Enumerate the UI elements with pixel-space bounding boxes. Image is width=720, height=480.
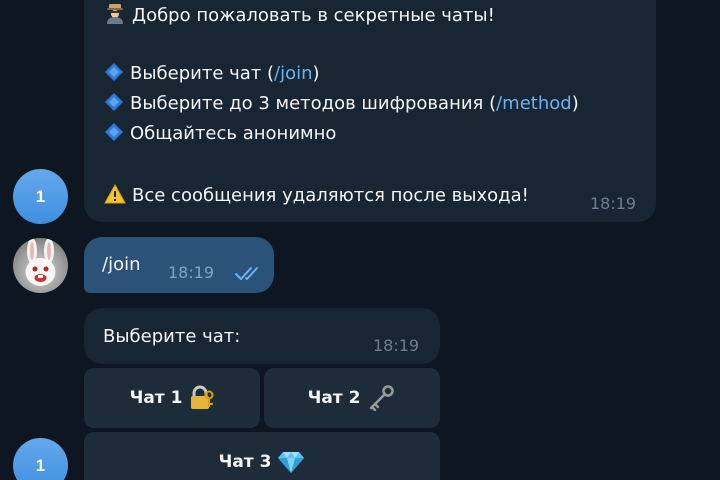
- welcome-message-time: 18:19: [590, 194, 637, 213]
- detective-icon: [107, 4, 123, 24]
- chat-3-button[interactable]: Чат 3: [84, 432, 440, 480]
- blue-diamond-icon: [105, 63, 123, 81]
- chat-3-label: Чат 3: [218, 452, 272, 472]
- user-join-time: 18:19: [168, 263, 215, 282]
- welcome-item-3: Общайтесь анонимно: [104, 121, 336, 147]
- warning-text: Все сообщения удаляются после выхода!: [132, 185, 529, 206]
- item-3-text: Общайтесь анонимно: [130, 123, 337, 144]
- user-join-bubble: /join 18:19: [84, 237, 274, 293]
- rabbit-avatar-icon: [25, 238, 56, 286]
- chat-1-button[interactable]: Чат 1: [84, 368, 260, 428]
- blue-diamond-icon: [105, 93, 123, 111]
- gem-icon: [278, 452, 305, 473]
- welcome-item-1: Выберите чат (/join): [104, 61, 320, 87]
- user-join-text: /join: [102, 254, 141, 275]
- item-2-prefix: Выберите до 3 методов шифрования (: [130, 93, 497, 114]
- user-avatar[interactable]: [13, 238, 68, 293]
- chat-2-button[interactable]: Чат 2: [264, 368, 440, 428]
- item-1-prefix: Выберите чат (: [130, 63, 275, 84]
- choose-chat-time: 18:19: [373, 336, 420, 355]
- welcome-warning-line: Все сообщения удаляются после выхода!: [104, 183, 529, 209]
- item-2-suffix: ): [571, 93, 579, 114]
- bot-avatar-letter: 1: [35, 186, 46, 206]
- choose-chat-bubble: Выберите чат: 18:19: [84, 308, 440, 364]
- chat-1-label: Чат 1: [129, 388, 183, 408]
- warning-icon: [104, 183, 126, 204]
- chat-2-label: Чат 2: [307, 388, 361, 408]
- locked-with-key-icon: [191, 385, 214, 409]
- welcome-message-bubble: Добро пожаловать в секретные чаты! Выбер…: [84, 0, 656, 222]
- bot-avatar-2-letter: 1: [35, 455, 46, 475]
- item-1-suffix: ): [312, 63, 320, 84]
- method-command-link[interactable]: /method: [496, 93, 572, 114]
- choose-chat-text: Выберите чат:: [103, 326, 241, 347]
- old-key-icon: [370, 385, 395, 411]
- bot-avatar-2[interactable]: 1: [13, 438, 68, 480]
- welcome-title-text: Добро пожаловать в секретные чаты!: [132, 5, 495, 26]
- welcome-item-2: Выберите до 3 методов шифрования (/metho…: [104, 91, 579, 117]
- chat-area: Добро пожаловать в секретные чаты! Выбер…: [0, 0, 720, 480]
- bot-avatar[interactable]: 1: [13, 169, 68, 224]
- double-check-icon: [235, 267, 258, 280]
- welcome-title-line: Добро пожаловать в секретные чаты!: [104, 2, 495, 29]
- blue-diamond-icon: [105, 123, 123, 141]
- join-command-link[interactable]: /join: [274, 63, 313, 84]
